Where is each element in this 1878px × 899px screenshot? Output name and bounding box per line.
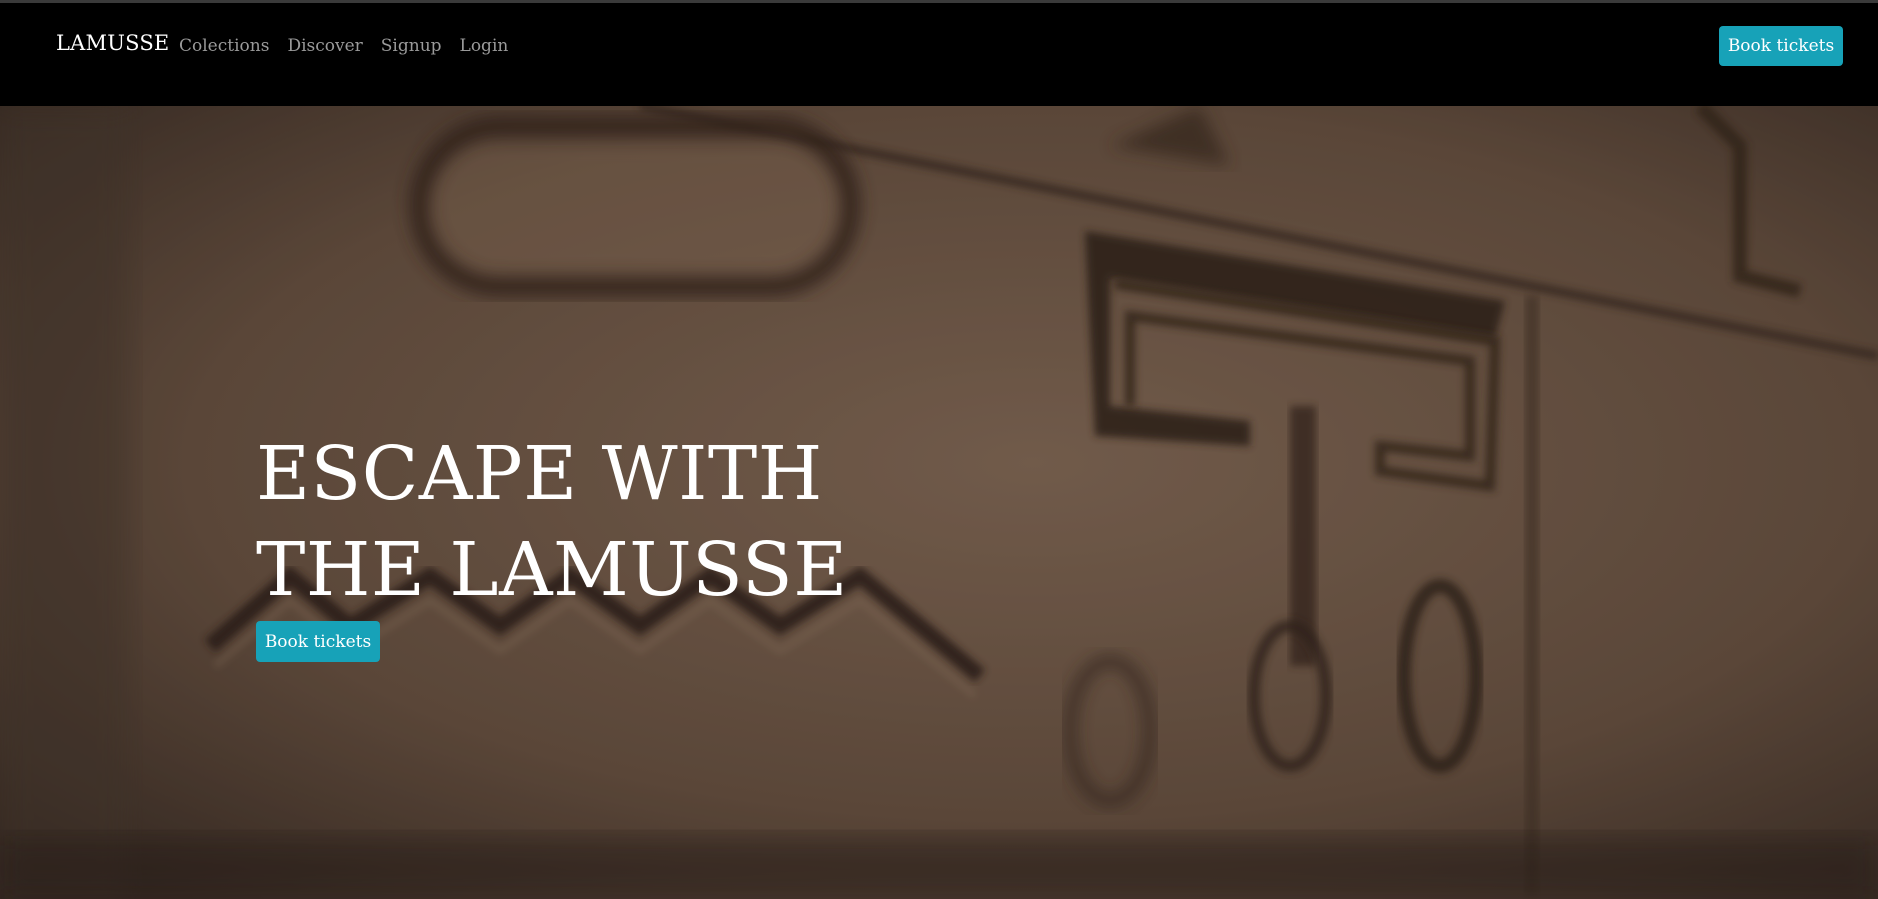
nav-links: Colections Discover Signup Login (179, 36, 508, 56)
book-tickets-hero-button[interactable]: Book tickets (256, 621, 380, 662)
hero-section: ESCAPE WITH THE LAMUSSE Book tickets (0, 106, 1878, 899)
book-tickets-nav-button[interactable]: Book tickets (1719, 26, 1843, 66)
nav-link-signup[interactable]: Signup (381, 36, 442, 56)
nav-link-discover[interactable]: Discover (287, 36, 362, 56)
brand-logo[interactable]: LAMUSSE (56, 31, 169, 55)
nav-link-login[interactable]: Login (460, 36, 509, 56)
navbar: LAMUSSE Colections Discover Signup Login… (0, 3, 1878, 106)
hero-title: ESCAPE WITH THE LAMUSSE (256, 431, 848, 613)
nav-link-colections[interactable]: Colections (179, 36, 269, 56)
